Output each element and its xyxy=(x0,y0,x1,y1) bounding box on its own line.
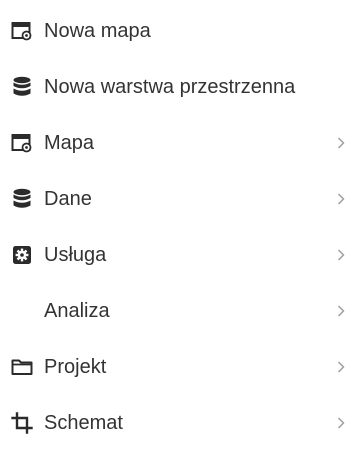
menu-item-map[interactable]: Mapa xyxy=(0,115,357,171)
database-icon xyxy=(10,187,34,211)
menu-item-icon-placeholder xyxy=(10,299,34,323)
service-gear-icon xyxy=(10,243,34,267)
database-icon xyxy=(10,75,34,99)
chevron-right-icon xyxy=(335,191,347,207)
map-window-icon xyxy=(10,19,34,43)
chevron-right-icon xyxy=(335,359,347,375)
menu-item-label: Nowa mapa xyxy=(44,20,151,42)
menu-item-data[interactable]: Dane xyxy=(0,171,357,227)
chevron-right-icon xyxy=(335,415,347,431)
menu-item-label: Projekt xyxy=(44,356,107,378)
crop-icon xyxy=(10,411,34,435)
menu-item-analysis[interactable]: Analiza xyxy=(0,283,357,339)
menu-item-schema[interactable]: Schemat xyxy=(0,395,357,451)
menu-item-label: Mapa xyxy=(44,132,95,154)
menu-item-label: Schemat xyxy=(44,412,123,434)
chevron-right-icon xyxy=(335,247,347,263)
menu-item-label: Nowa warstwa przestrzenna xyxy=(44,76,296,98)
map-window-icon xyxy=(10,131,34,155)
menu-item-new-map[interactable]: Nowa mapa xyxy=(0,3,357,59)
menu-item-label: Dane xyxy=(44,188,92,210)
context-menu: Nowa mapa Nowa warstwa przestrzenna Mapa xyxy=(0,0,357,451)
menu-item-label: Analiza xyxy=(44,300,110,322)
menu-item-new-spatial-layer[interactable]: Nowa warstwa przestrzenna xyxy=(0,59,357,115)
menu-item-project[interactable]: Projekt xyxy=(0,339,357,395)
folder-icon xyxy=(10,355,34,379)
chevron-right-icon xyxy=(335,303,347,319)
menu-item-service[interactable]: Usługa xyxy=(0,227,357,283)
menu-item-label: Usługa xyxy=(44,244,107,266)
chevron-right-icon xyxy=(335,135,347,151)
